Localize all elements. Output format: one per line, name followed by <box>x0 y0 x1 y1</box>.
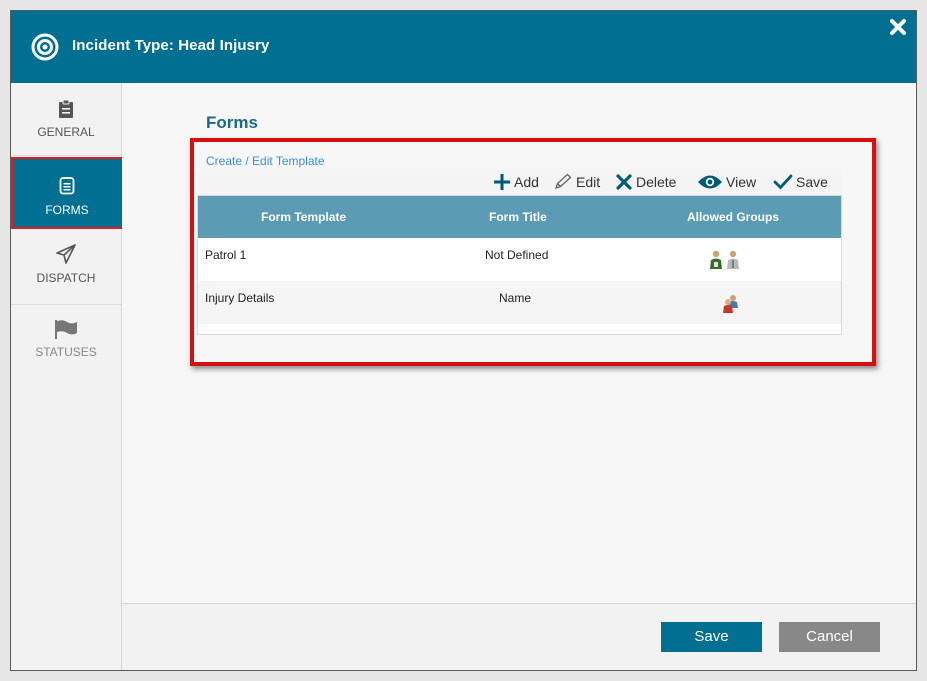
x-icon <box>616 174 632 190</box>
sidebar-item-label: FORMS <box>45 203 89 217</box>
dialog-header: Incident Type: Head Injusry <box>11 11 916 83</box>
dialog-title: Incident Type: Head Injusry <box>72 37 270 54</box>
flag-icon <box>55 320 77 339</box>
sidebar-item-label: GENERAL <box>37 125 95 139</box>
delete-label: Delete <box>636 174 677 190</box>
sidebar-item-general[interactable]: GENERAL <box>11 99 121 139</box>
grid-toolbar: Add Edit Delete View Save <box>197 169 842 195</box>
form-title-cell: Name <box>499 291 532 305</box>
sidebar-item-forms[interactable]: FORMS <box>11 157 123 229</box>
table-row[interactable]: Patrol 1 Not Defined <box>198 238 841 281</box>
paper-plane-icon <box>56 244 76 264</box>
sidebar: GENERAL FORMS DISPATCH STATUSES <box>11 83 123 670</box>
main-content: Forms Create / Edit Template Add Edit De… <box>122 83 916 603</box>
column-header-allowed-groups[interactable]: Allowed Groups <box>687 210 779 224</box>
edit-label: Edit <box>576 174 601 190</box>
close-icon[interactable] <box>888 17 908 37</box>
group-users-icon <box>722 294 740 317</box>
add-button[interactable]: Add <box>493 173 539 191</box>
delete-button[interactable]: Delete <box>615 173 676 191</box>
form-template-cell: Patrol 1 <box>205 248 247 262</box>
grey-user-icon <box>726 250 740 273</box>
page-title: Forms <box>206 113 258 132</box>
grid-header: Form Template Form Title Allowed Groups <box>198 196 841 238</box>
dialog-footer: Save Cancel <box>122 603 916 670</box>
form-title-cell: Not Defined <box>485 248 549 262</box>
sidebar-item-statuses[interactable]: STATUSES <box>11 319 121 359</box>
edit-button[interactable]: Edit <box>553 173 600 191</box>
column-header-form-title[interactable]: Form Title <box>489 210 547 224</box>
toolbar-save-button[interactable]: Save <box>773 173 828 191</box>
green-user-icon <box>709 250 723 273</box>
target-icon <box>31 33 59 61</box>
column-header-form-template[interactable]: Form Template <box>261 210 346 224</box>
view-button[interactable]: View <box>697 173 756 191</box>
save-button[interactable]: Save <box>661 622 762 652</box>
sidebar-item-label: STATUSES <box>35 345 97 359</box>
sidebar-divider <box>11 155 121 156</box>
view-label: View <box>726 174 757 190</box>
pencil-icon <box>554 173 572 190</box>
incident-type-dialog: Incident Type: Head Injusry GENERAL FORM… <box>10 10 917 671</box>
sidebar-divider <box>11 304 121 305</box>
plus-icon <box>494 174 510 190</box>
checkmark-icon <box>773 174 793 190</box>
eye-icon <box>698 175 722 189</box>
form-template-cell: Injury Details <box>205 291 275 305</box>
sidebar-item-dispatch[interactable]: DISPATCH <box>11 243 121 285</box>
save-label: Save <box>796 174 828 190</box>
notepad-icon <box>59 177 75 195</box>
table-row[interactable]: Injury Details Name <box>198 281 841 324</box>
add-label: Add <box>514 174 539 190</box>
forms-grid: Form Template Form Title Allowed Groups … <box>197 195 842 335</box>
create-edit-template-link[interactable]: Create / Edit Template <box>206 154 325 168</box>
cancel-button[interactable]: Cancel <box>779 622 880 652</box>
clipboard-icon <box>59 99 73 118</box>
sidebar-item-label: DISPATCH <box>36 271 96 285</box>
